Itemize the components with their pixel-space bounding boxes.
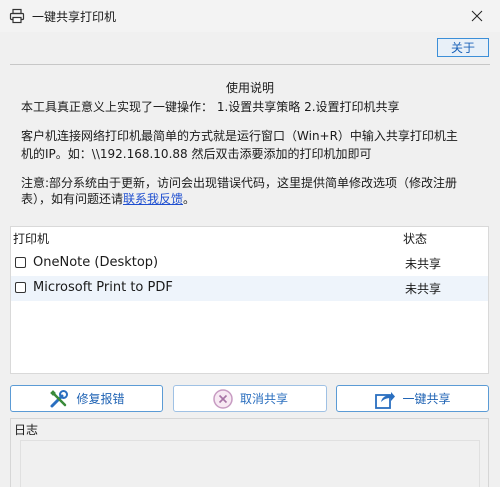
printer-checkbox[interactable]	[15, 257, 26, 268]
printer-icon	[9, 8, 25, 24]
cancel-share-button-label: 取消共享	[239, 392, 288, 406]
repair-button-label: 修复报错	[76, 392, 125, 406]
usage-line-2: 客户机连接网络打印机最简单的方式就是运行窗口（Win+R）中输入共享打印机主	[21, 129, 458, 143]
share-arrow-icon	[375, 391, 396, 409]
title-bar: 一键共享打印机	[0, 0, 500, 32]
window-title: 一键共享打印机	[32, 10, 117, 24]
about-button[interactable]: 关于	[437, 38, 489, 57]
printer-list[interactable]: 打印机 状态 OneNote (Desktop) 未共享 Microsoft P…	[10, 226, 489, 374]
printer-status: 未共享	[405, 257, 442, 271]
wrench-screwdriver-icon	[50, 389, 69, 407]
usage-line-5-suffix: 。	[183, 192, 196, 206]
usage-line-5-prefix: 表），如有问题还请	[21, 192, 124, 206]
close-icon	[471, 10, 483, 22]
printer-name: Microsoft Print to PDF	[33, 280, 173, 295]
list-header: 打印机 状态	[11, 227, 488, 249]
table-row[interactable]: OneNote (Desktop) 未共享	[11, 251, 488, 276]
feedback-link[interactable]: 联系我反馈	[123, 192, 183, 206]
column-header-status[interactable]: 状态	[403, 230, 427, 247]
log-textarea[interactable]	[20, 440, 480, 487]
cancel-share-button[interactable]: 取消共享	[173, 385, 327, 412]
usage-line-5: 表），如有问题还请联系我反馈。	[21, 189, 481, 209]
table-row[interactable]: Microsoft Print to PDF 未共享	[11, 276, 488, 301]
divider	[10, 64, 490, 65]
usage-line-3: 机的IP。如：\\192.168.10.88 然后双击添要添加的打印机加即可	[21, 147, 372, 161]
printer-checkbox[interactable]	[15, 282, 26, 293]
usage-title: 使用说明	[225, 81, 274, 95]
repair-button[interactable]: 修复报错	[10, 385, 163, 412]
log-label: 日志	[12, 421, 41, 438]
share-button-label: 一键共享	[402, 392, 451, 406]
close-button[interactable]	[454, 0, 500, 32]
printer-status: 未共享	[405, 282, 442, 296]
share-button[interactable]: 一键共享	[336, 385, 489, 412]
column-header-printer[interactable]: 打印机	[13, 230, 49, 247]
cancel-circle-icon	[213, 388, 233, 409]
usage-line-1: 本工具真正意义上实现了一键操作： 1.设置共享策略 2.设置打印机共享	[21, 100, 400, 114]
printer-name: OneNote (Desktop)	[33, 255, 159, 270]
